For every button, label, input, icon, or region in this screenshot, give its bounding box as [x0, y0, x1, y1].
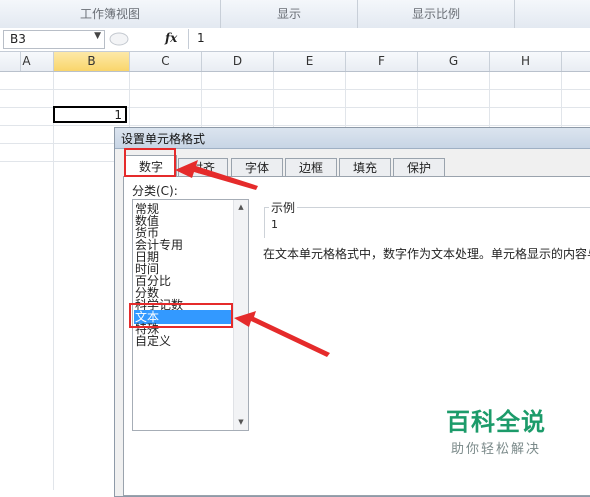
format-description: 在文本单元格格式中，数字作为文本处理。单元格显示的内容与 [263, 247, 590, 261]
column-header-b[interactable]: B [54, 52, 130, 71]
ribbon: 工作簿视图 显示 显示比例 [0, 0, 590, 29]
ribbon-group-workbook-views: 工作簿视图 [0, 0, 221, 28]
list-item[interactable]: 自定义 [135, 334, 235, 348]
column-header-a[interactable]: A [0, 52, 54, 71]
column-headers: A B C D E F G H [0, 52, 590, 72]
dialog-title-bar[interactable]: 设置单元格格式 [115, 128, 590, 149]
watermark-title: 百科全说 [446, 408, 546, 436]
scroll-up-icon[interactable]: ▲ [236, 203, 246, 211]
annotation-box-number-tab [124, 148, 176, 177]
column-header-f[interactable]: F [346, 52, 418, 71]
formula-bar: B3 ▼ fx 1 [0, 28, 590, 52]
scroll-down-icon[interactable]: ▼ [236, 418, 246, 426]
grid-line [0, 89, 590, 90]
tab-font[interactable]: 字体 [231, 158, 283, 176]
ribbon-group-show: 显示 [221, 0, 358, 28]
name-box[interactable]: B3 ▼ [3, 30, 105, 49]
tab-border[interactable]: 边框 [285, 158, 337, 176]
tab-fill[interactable]: 填充 [339, 158, 391, 176]
tab-alignment[interactable]: 对齐 [178, 158, 228, 176]
tab-protection[interactable]: 保护 [393, 158, 445, 176]
annotation-box-text-category [129, 303, 233, 328]
grid-line [0, 125, 590, 126]
sample-value: 1 [271, 218, 278, 231]
name-box-value: B3 [10, 32, 26, 46]
column-header-g[interactable]: G [418, 52, 490, 71]
active-cell[interactable]: 1 [53, 106, 127, 123]
column-header-c[interactable]: C [130, 52, 202, 71]
grid-line [53, 72, 54, 490]
category-label: 分类(C): [132, 184, 178, 198]
watermark-logo: 百科全说 助你轻松解决 [436, 408, 556, 457]
sample-legend: 示例 [269, 199, 298, 216]
column-header-i[interactable] [562, 52, 590, 71]
column-header-d[interactable]: D [202, 52, 274, 71]
active-cell-value: 1 [114, 108, 122, 122]
watermark-subtitle: 助你轻松解决 [450, 442, 541, 457]
formula-input[interactable]: 1 [188, 29, 590, 49]
formula-text: 1 [197, 31, 205, 45]
category-list-scrollbar[interactable]: ▲ ▼ [233, 200, 248, 430]
chevron-down-icon[interactable]: ▼ [94, 31, 101, 41]
column-header-h[interactable]: H [490, 52, 562, 71]
formula-bar-resize-handle[interactable] [108, 31, 129, 47]
column-header-e[interactable]: E [274, 52, 346, 71]
sample-group: 示例 1 [264, 199, 590, 238]
dialog-title: 设置单元格格式 [121, 132, 206, 146]
ribbon-group-zoom: 显示比例 [358, 0, 515, 28]
insert-function-icon[interactable]: fx [165, 31, 177, 45]
